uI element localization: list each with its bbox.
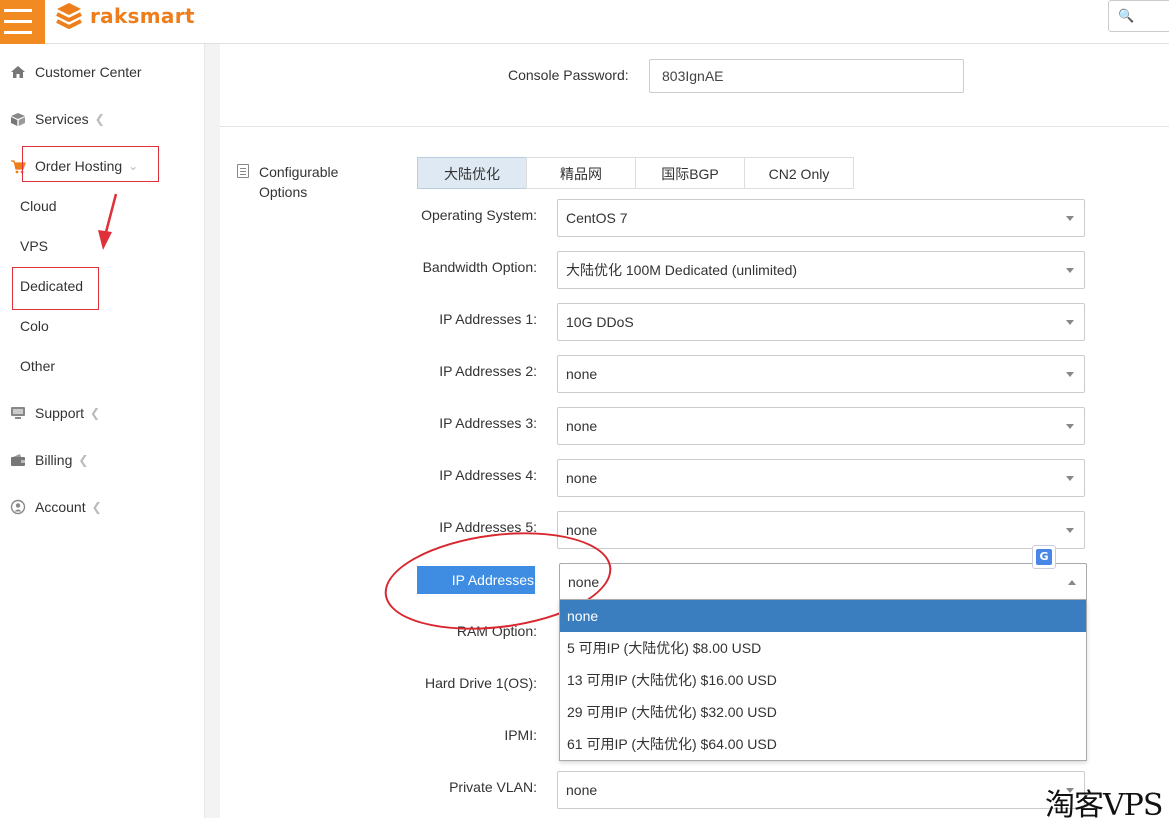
chevron-left-icon: ❮ xyxy=(78,453,89,467)
dropdown-option[interactable]: none xyxy=(560,600,1086,632)
sidebar-item-label: Customer Center xyxy=(35,64,142,80)
chevron-left-icon: ❮ xyxy=(90,406,101,420)
section-divider xyxy=(220,126,1169,127)
sidebar-item-billing[interactable]: Billing ❮ xyxy=(0,449,88,471)
tab-premium-network[interactable]: 精品网 xyxy=(526,157,636,189)
private-vlan-select[interactable]: none xyxy=(557,771,1085,809)
sidebar-item-label: Account xyxy=(35,499,86,515)
hard-drive-1-label: Hard Drive 1(OS): xyxy=(424,675,537,691)
select-value: 10G DDoS xyxy=(566,314,634,330)
caret-down-icon xyxy=(1066,320,1074,325)
dropdown-option[interactable]: 5 可用IP (大陆优化) $8.00 USD xyxy=(560,632,1086,664)
caret-down-icon xyxy=(1066,424,1074,429)
translate-icon[interactable]: G xyxy=(1032,545,1056,569)
ip-addresses-3-select[interactable]: none xyxy=(557,407,1085,445)
configurable-options-label: Configurable Options xyxy=(259,164,339,200)
home-icon xyxy=(9,64,27,80)
sidebar-item-customer-center[interactable]: Customer Center xyxy=(0,61,142,83)
annotation-box-order-hosting xyxy=(22,146,159,182)
ip-addresses-3-label: IP Addresses 3: xyxy=(439,415,537,431)
caret-down-icon xyxy=(1066,216,1074,221)
search-icon: 🔍 xyxy=(1118,8,1135,23)
tab-cn2-only[interactable]: CN2 Only xyxy=(744,157,854,189)
brand-name: raksmart xyxy=(90,4,195,28)
brand-logo[interactable]: raksmart xyxy=(54,0,195,32)
sidebar-scrollbar[interactable] xyxy=(204,44,220,818)
sidebar-item-label: Support xyxy=(35,405,85,421)
annotation-arrow xyxy=(98,193,118,250)
console-password-input[interactable]: 803IgnAE xyxy=(649,59,964,93)
ip-addresses-1-label: IP Addresses 1: xyxy=(439,311,537,327)
chevron-left-icon: ❮ xyxy=(94,112,105,126)
user-icon xyxy=(9,499,27,515)
ip-addresses-4-label: IP Addresses 4: xyxy=(439,467,537,483)
watermark: 淘客VPS xyxy=(1045,788,1163,818)
tab-international-bgp[interactable]: 国际BGP xyxy=(635,157,745,189)
caret-down-icon xyxy=(1066,476,1074,481)
console-password-label: Console Password: xyxy=(508,67,629,83)
bandwidth-option-label: Bandwidth Option: xyxy=(422,259,537,275)
ip-addresses-2-label: IP Addresses 2: xyxy=(439,363,537,379)
sidebar-subitem-other[interactable]: Other xyxy=(20,358,55,374)
sidebar-item-label: Billing xyxy=(35,452,73,468)
sidebar-subitem-colo[interactable]: Colo xyxy=(20,318,49,334)
ip-addresses-4-select[interactable]: none xyxy=(557,459,1085,497)
dropdown-option[interactable]: 13 可用IP (大陆优化) $16.00 USD xyxy=(560,664,1086,696)
sidebar-item-label: Services xyxy=(35,111,89,127)
raksmart-logo-icon xyxy=(56,3,82,29)
top-bar: raksmart 🔍 xyxy=(0,0,1169,44)
select-value: none xyxy=(566,470,598,486)
caret-down-icon xyxy=(1066,528,1074,533)
sidebar-item-support[interactable]: Support ❮ xyxy=(0,402,100,424)
ip-addresses-5-select[interactable]: none xyxy=(557,511,1085,549)
ip-addresses-more-select[interactable]: none xyxy=(559,563,1087,599)
dropdown-option[interactable]: 29 可用IP (大陆优化) $32.00 USD xyxy=(560,696,1086,728)
chevron-left-icon: ❮ xyxy=(91,500,102,514)
bandwidth-option-select[interactable]: 大陆优化 100M Dedicated (unlimited) xyxy=(557,251,1085,289)
sidebar-item-services[interactable]: Services ❮ xyxy=(0,108,105,130)
caret-down-icon xyxy=(1066,268,1074,273)
tab-mainland-optimized[interactable]: 大陆优化 xyxy=(417,157,527,189)
select-value: none xyxy=(566,366,598,382)
network-tabs: 大陆优化 精品网 国际BGP CN2 Only xyxy=(417,157,854,189)
select-value: CentOS 7 xyxy=(566,210,628,226)
caret-down-icon xyxy=(1066,372,1074,377)
select-value: none xyxy=(566,418,598,434)
select-value: none xyxy=(566,782,598,798)
annotation-box-dedicated xyxy=(12,267,99,310)
wallet-icon xyxy=(9,452,27,468)
box-icon xyxy=(9,111,27,127)
private-vlan-label: Private VLAN: xyxy=(449,779,537,795)
operating-system-select[interactable]: CentOS 7 xyxy=(557,199,1085,237)
ip-addresses-more-dropdown: none 5 可用IP (大陆优化) $8.00 USD 13 可用IP (大陆… xyxy=(559,599,1087,761)
ip-addresses-2-select[interactable]: none xyxy=(557,355,1085,393)
sidebar-item-account[interactable]: Account ❮ xyxy=(0,496,102,518)
select-value: 大陆优化 100M Dedicated (unlimited) xyxy=(566,262,798,278)
caret-up-icon xyxy=(1068,580,1076,585)
dropdown-option[interactable]: 61 可用IP (大陆优化) $64.00 USD xyxy=(560,728,1086,760)
sidebar-subitem-cloud[interactable]: Cloud xyxy=(20,198,57,214)
ip-addresses-1-select[interactable]: 10G DDoS xyxy=(557,303,1085,341)
monitor-icon xyxy=(9,405,27,421)
sidebar-subitem-vps[interactable]: VPS xyxy=(20,238,48,254)
list-icon xyxy=(237,164,249,178)
operating-system-label: Operating System: xyxy=(421,207,537,223)
menu-toggle-button[interactable] xyxy=(0,0,45,44)
select-value: none xyxy=(566,522,598,538)
ipmi-label: IPMI: xyxy=(504,727,537,743)
search-input[interactable]: 🔍 xyxy=(1108,0,1169,32)
